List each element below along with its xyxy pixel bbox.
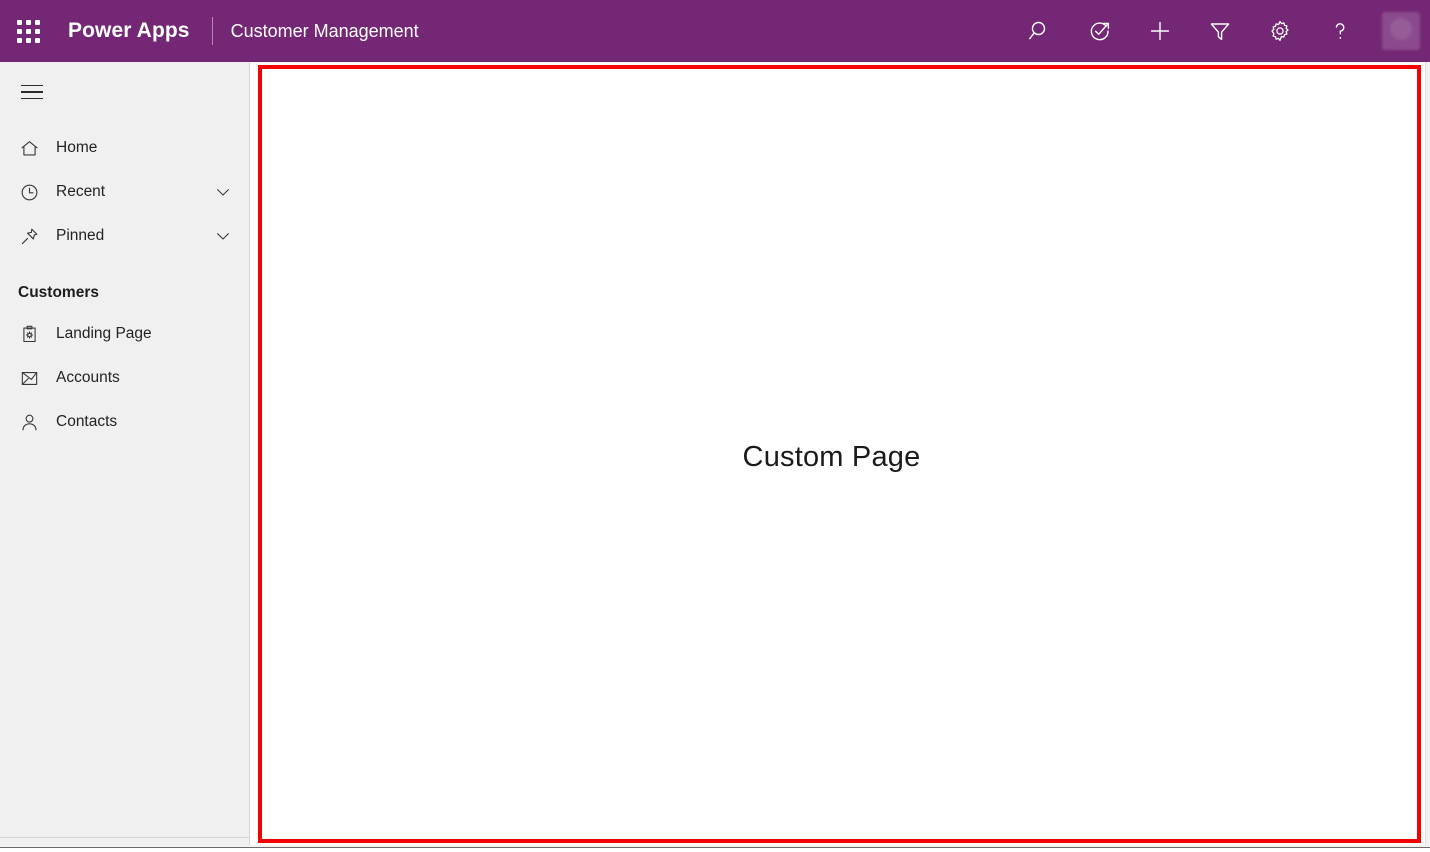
contact-person-icon [18, 411, 40, 433]
header-action-bar [1010, 0, 1430, 62]
filter-button[interactable] [1200, 0, 1240, 62]
pin-icon [18, 225, 40, 247]
sidebar-bottom-divider [0, 837, 250, 838]
quick-create-button[interactable] [1140, 0, 1180, 62]
header-divider [212, 17, 213, 45]
app-launcher-button[interactable] [0, 0, 56, 62]
app-header: Power Apps Customer Management [0, 0, 1430, 62]
brand-title[interactable]: Power Apps [68, 19, 190, 43]
sidebar-item-home[interactable]: Home [0, 126, 249, 170]
sidebar-primary-nav: Home Recent [0, 126, 249, 258]
gear-icon [1268, 19, 1292, 43]
sidebar-group-nav: Landing Page Accounts [0, 312, 249, 444]
clock-icon [18, 181, 40, 203]
chevron-down-icon[interactable] [213, 226, 233, 246]
relationship-assistant-button[interactable] [1080, 0, 1120, 62]
filter-icon [1208, 19, 1232, 43]
sidebar-item-label: Contacts [56, 413, 117, 431]
chevron-down-icon[interactable] [213, 182, 233, 202]
sidebar-item-label: Recent [56, 183, 105, 201]
avatar[interactable] [1382, 12, 1420, 50]
plus-icon [1148, 19, 1172, 43]
search-icon [1028, 19, 1052, 43]
custom-page-container[interactable]: Custom Page [258, 65, 1421, 843]
sidebar-item-accounts[interactable]: Accounts [0, 356, 249, 400]
waffle-grid-icon [17, 20, 40, 43]
goal-assistant-icon [1088, 19, 1112, 43]
sidebar-item-contacts[interactable]: Contacts [0, 400, 249, 444]
help-button[interactable] [1320, 0, 1360, 62]
home-icon [18, 137, 40, 159]
search-button[interactable] [1020, 0, 1060, 62]
clipboard-gear-icon [18, 323, 40, 345]
content-area: Custom Page [251, 62, 1430, 845]
hamburger-icon [21, 85, 43, 87]
sidebar-item-landing-page[interactable]: Landing Page [0, 312, 249, 356]
sidebar-item-pinned[interactable]: Pinned [0, 214, 249, 258]
window-bottom-edge [0, 847, 1430, 852]
sidebar-group-title: Customers [0, 284, 249, 302]
sidebar-collapse-button[interactable] [8, 70, 56, 114]
sidebar: Home Recent [0, 62, 250, 845]
sidebar-item-label: Landing Page [56, 325, 152, 343]
sidebar-item-recent[interactable]: Recent [0, 170, 249, 214]
page-title: Custom Page [254, 441, 1409, 474]
settings-button[interactable] [1260, 0, 1300, 62]
help-icon [1328, 19, 1352, 43]
sidebar-item-label: Accounts [56, 369, 120, 387]
sidebar-item-label: Home [56, 139, 97, 157]
power-apps-window: Power Apps Customer Management [0, 0, 1430, 852]
app-name-title: Customer Management [231, 21, 419, 42]
accounts-icon [18, 367, 40, 389]
vertical-scrollbar[interactable] [1425, 62, 1430, 845]
sidebar-item-label: Pinned [56, 227, 104, 245]
